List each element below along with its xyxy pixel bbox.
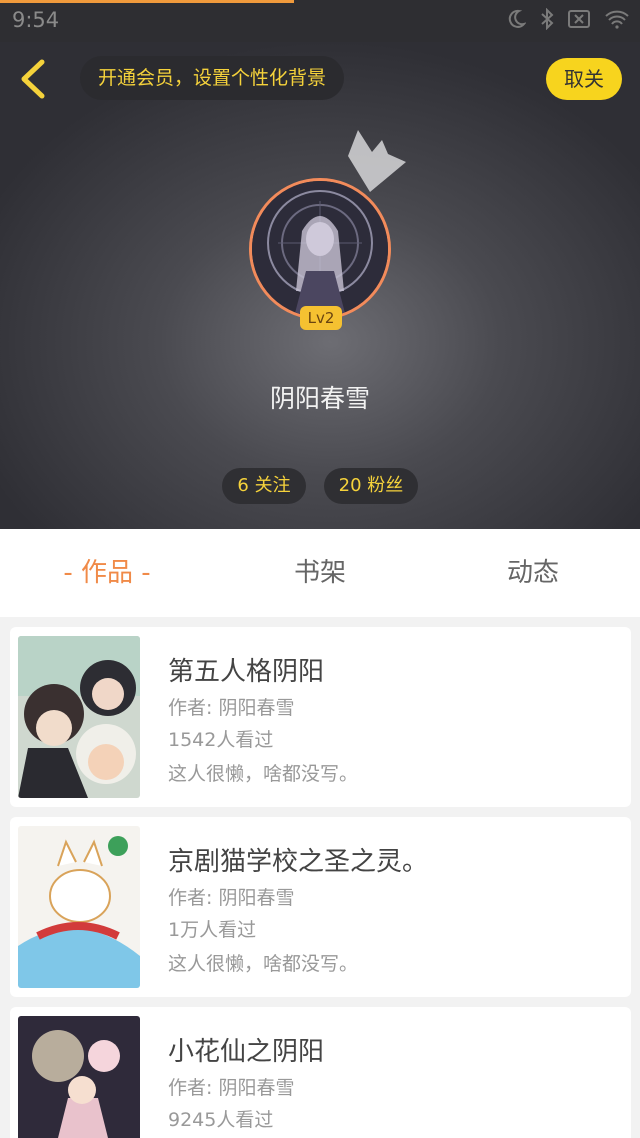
bluetooth-icon: [541, 8, 554, 30]
work-description: 这人很懒，啥都没写。: [168, 953, 359, 975]
status-icons: [506, 8, 630, 30]
work-author: 作者: 阴阳春雪: [168, 697, 295, 719]
work-cover-image: [18, 636, 140, 798]
status-bar: 9:54: [0, 0, 640, 42]
unfollow-button[interactable]: 取关: [546, 58, 622, 100]
username: 阴阳春雪: [269, 384, 370, 413]
moon-icon: [508, 9, 526, 28]
work-views: 1万人看过: [168, 919, 257, 941]
profile-tabs: - 作品 - 书架 动态: [0, 529, 640, 617]
work-title: 京剧猫学校之圣之灵。: [168, 847, 429, 877]
work-author: 作者: 阴阳春雪: [168, 887, 295, 909]
work-cover-image: [18, 1016, 140, 1138]
chevron-left-icon: [21, 59, 45, 99]
tab-bookshelf[interactable]: 书架: [250, 529, 390, 617]
work-card[interactable]: 小花仙之阴阳 作者: 阴阳春雪 9245人看过: [10, 1007, 631, 1138]
work-card[interactable]: 京剧猫学校之圣之灵。 作者: 阴阳春雪 1万人看过 这人很懒，啥都没写。: [10, 817, 631, 997]
page-load-progress: [0, 0, 294, 3]
profile-screen: 9:54 开通会员，设置个性化背景 取关 Lv2 阴阳春雪 6 关注 20 粉丝…: [0, 0, 640, 1138]
profile-header: 开通会员，设置个性化背景 取关 Lv2 阴阳春雪 6 关注 20 粉丝: [0, 42, 640, 529]
following-count-button[interactable]: 6 关注: [222, 468, 306, 504]
work-views: 1542人看过: [168, 729, 274, 751]
no-sim-icon: [568, 10, 590, 28]
tab-works[interactable]: - 作品 -: [40, 529, 174, 617]
status-time: 9:54: [12, 8, 60, 32]
work-description: 这人很懒，啥都没写。: [168, 763, 359, 785]
work-card[interactable]: 第五人格阴阳 作者: 阴阳春雪 1542人看过 这人很懒，啥都没写。: [10, 627, 631, 807]
wifi-icon: [605, 10, 629, 29]
work-author: 作者: 阴阳春雪: [168, 1077, 295, 1099]
tab-activity[interactable]: 动态: [460, 529, 606, 617]
avatar[interactable]: [249, 178, 391, 320]
work-views: 9245人看过: [168, 1109, 274, 1131]
vip-background-banner[interactable]: 开通会员，设置个性化背景: [80, 56, 345, 100]
work-title: 第五人格阴阳: [168, 657, 325, 687]
level-badge: Lv2: [300, 306, 342, 330]
avatar-image: [249, 178, 391, 320]
work-title: 小花仙之阴阳: [168, 1037, 325, 1067]
fans-count-button[interactable]: 20 粉丝: [324, 468, 418, 504]
back-button[interactable]: [16, 58, 50, 100]
work-cover-image: [18, 826, 140, 988]
